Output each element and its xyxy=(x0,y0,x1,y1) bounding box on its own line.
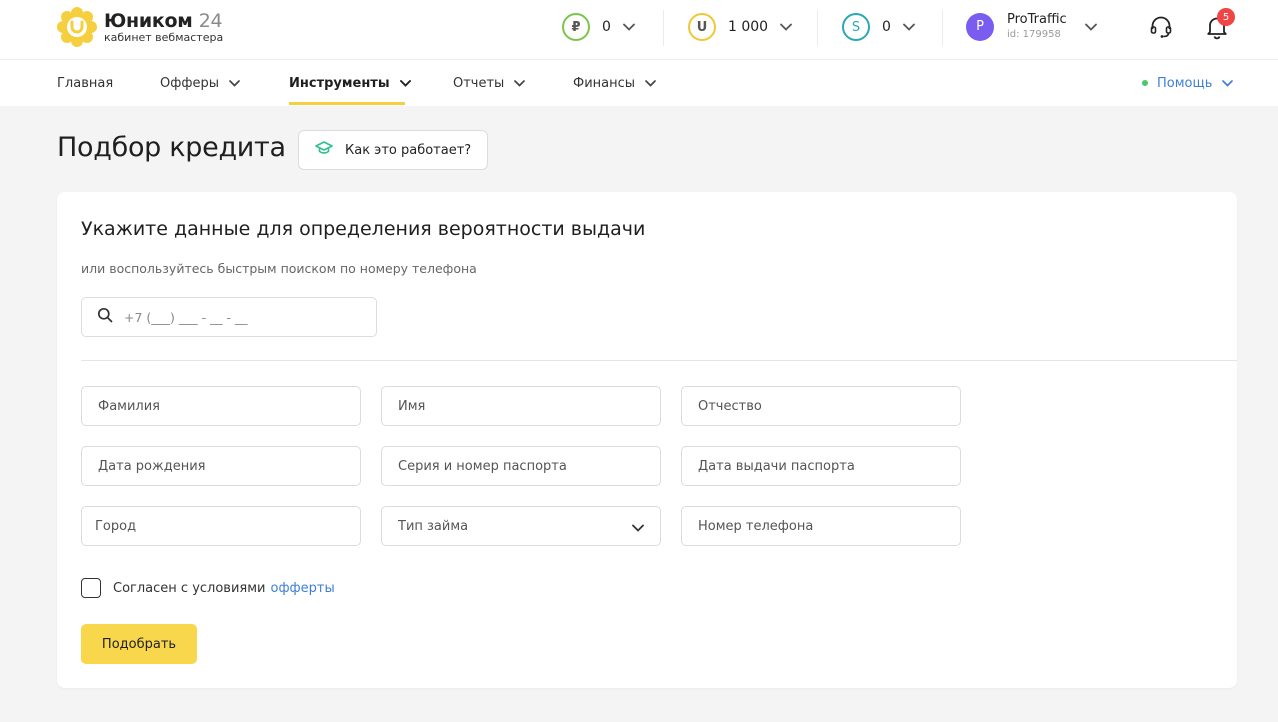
passport-date-field xyxy=(681,446,961,486)
loan-type-value: Тип займа xyxy=(398,518,469,534)
brand-name: Юником 24 xyxy=(104,10,223,32)
online-status-dot xyxy=(1142,80,1148,86)
loan-type-select[interactable]: Тип займа xyxy=(381,506,661,546)
nav-item-reports[interactable]: Отчеты xyxy=(453,60,526,106)
main-nav: Главная Офферы Инструменты Отчеты Финанс… xyxy=(0,60,1278,106)
balance-u[interactable]: U 1 000 xyxy=(688,13,792,41)
nav-item-label: Офферы xyxy=(160,75,219,91)
u-coin-icon: U xyxy=(688,13,716,41)
chevron-down-icon xyxy=(229,79,240,87)
phone-input[interactable] xyxy=(682,507,960,545)
avatar: P xyxy=(966,12,994,41)
middle-name-field xyxy=(681,386,961,426)
header-divider xyxy=(817,10,818,46)
chevron-down-icon xyxy=(632,517,644,536)
phone-field xyxy=(681,506,961,546)
how-it-works-button[interactable]: Как это работает? xyxy=(298,130,488,170)
user-menu[interactable]: P ProTraffic id: 179958 xyxy=(966,12,1097,41)
first-name-field xyxy=(381,386,661,426)
brand-subtitle: кабинет вебмастера xyxy=(104,31,224,44)
chevron-down-icon xyxy=(399,79,411,87)
nav-item-label: Инструменты xyxy=(289,75,390,91)
birth-date-input[interactable] xyxy=(82,447,360,485)
nav-item-home[interactable]: Главная xyxy=(57,60,113,106)
nav-active-underline xyxy=(289,102,405,105)
chevron-down-icon xyxy=(1084,23,1097,31)
notification-badge: 5 xyxy=(1217,8,1235,26)
chevron-down-icon xyxy=(1222,79,1234,87)
form-title: Укажите данные для определения вероятнос… xyxy=(81,218,646,240)
passport-date-input[interactable] xyxy=(682,447,960,485)
birth-date-field xyxy=(81,446,361,486)
user-id: id: 179958 xyxy=(1007,29,1061,40)
top-header: Юником 24 кабинет вебмастера ₽ 0 U 1 000… xyxy=(0,0,1278,60)
ruble-coin-icon: ₽ xyxy=(562,13,590,41)
chevron-down-icon xyxy=(645,79,656,87)
graduation-cap-icon xyxy=(315,141,333,159)
submit-button[interactable]: Подобрать xyxy=(81,624,197,664)
brand-logo-icon xyxy=(56,6,98,48)
nav-item-label: Отчеты xyxy=(453,75,505,91)
form-divider xyxy=(81,360,1237,361)
middle-name-input[interactable] xyxy=(682,387,960,425)
offer-terms-link[interactable]: офферты xyxy=(270,581,334,596)
how-it-works-label: Как это работает? xyxy=(345,142,472,158)
page-title: Подбор кредита xyxy=(57,132,286,163)
s-coin-icon: S xyxy=(842,13,870,41)
user-name: ProTraffic xyxy=(1007,12,1067,27)
form-subtitle: или воспользуйтесь быстрым поиском по но… xyxy=(81,261,477,276)
last-name-input[interactable] xyxy=(82,387,360,425)
search-icon xyxy=(97,307,113,327)
chevron-down-icon xyxy=(780,23,792,31)
chevron-down-icon xyxy=(903,23,915,31)
chevron-down-icon xyxy=(623,23,635,31)
agree-terms: Согласен с условиями офферты xyxy=(81,578,335,598)
balance-rub[interactable]: ₽ 0 xyxy=(562,13,635,41)
balance-s-value: 0 xyxy=(882,19,891,35)
support-headset-icon[interactable] xyxy=(1148,14,1174,40)
phone-search-input[interactable] xyxy=(124,309,354,325)
agree-checkbox[interactable] xyxy=(81,578,101,598)
credit-form-card: Укажите данные для определения вероятнос… xyxy=(57,192,1237,688)
balance-s[interactable]: S 0 xyxy=(842,13,915,41)
nav-item-tools[interactable]: Инструменты xyxy=(289,60,411,106)
balance-rub-value: 0 xyxy=(602,19,611,35)
city-field xyxy=(81,506,361,546)
brand-logo[interactable]: Юником 24 кабинет вебмастера xyxy=(56,6,223,48)
chevron-down-icon xyxy=(514,79,526,87)
nav-item-finance[interactable]: Финансы xyxy=(573,60,656,106)
phone-search xyxy=(81,297,377,337)
passport-number-input[interactable] xyxy=(382,447,660,485)
last-name-field xyxy=(81,386,361,426)
passport-number-field xyxy=(381,446,661,486)
help-menu[interactable]: Помощь xyxy=(1142,60,1234,106)
header-divider xyxy=(942,10,943,46)
first-name-input[interactable] xyxy=(382,387,660,425)
city-input[interactable] xyxy=(82,507,360,545)
balance-u-value: 1 000 xyxy=(728,19,769,35)
header-divider xyxy=(663,10,664,46)
help-label: Помощь xyxy=(1157,75,1213,91)
nav-item-label: Главная xyxy=(57,75,114,91)
nav-item-label: Финансы xyxy=(573,75,636,91)
agree-text: Согласен с условиями xyxy=(113,580,266,596)
nav-item-offers[interactable]: Офферы xyxy=(160,60,240,106)
